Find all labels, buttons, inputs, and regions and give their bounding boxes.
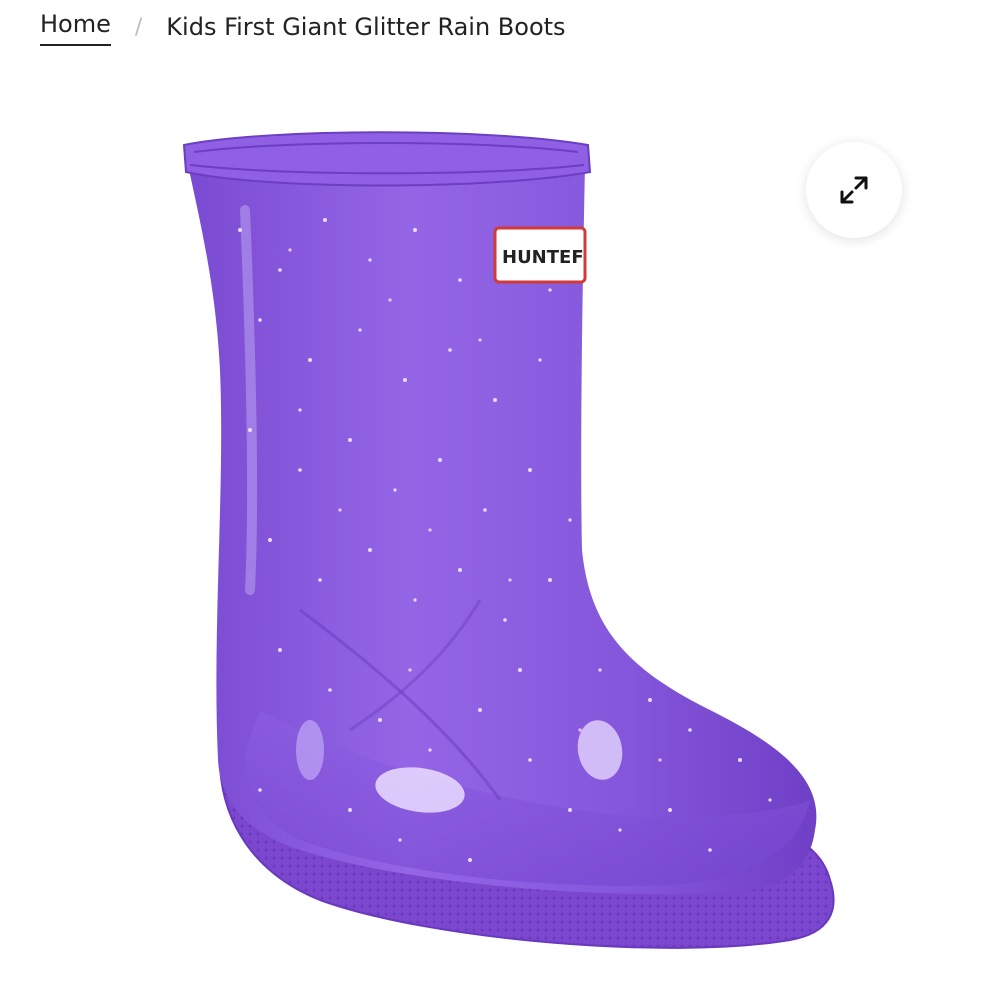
svg-text:HUNTEF: HUNTEF bbox=[502, 247, 584, 268]
product-page: Home / Kids First Giant Glitter Rain Boo… bbox=[0, 0, 1000, 1000]
breadcrumb-separator: / bbox=[134, 14, 143, 40]
breadcrumb-home-link[interactable]: Home bbox=[40, 8, 111, 46]
expand-image-button[interactable] bbox=[806, 142, 902, 238]
breadcrumb-current-page: Kids First Giant Glitter Rain Boots bbox=[166, 13, 566, 41]
rain-boot-illustration: HUNTEF bbox=[182, 131, 835, 949]
expand-arrows-icon bbox=[840, 176, 868, 204]
breadcrumb: Home / Kids First Giant Glitter Rain Boo… bbox=[40, 8, 566, 46]
brand-label-tag: HUNTEF bbox=[493, 226, 587, 284]
product-image[interactable]: HUNTEF bbox=[150, 110, 870, 970]
